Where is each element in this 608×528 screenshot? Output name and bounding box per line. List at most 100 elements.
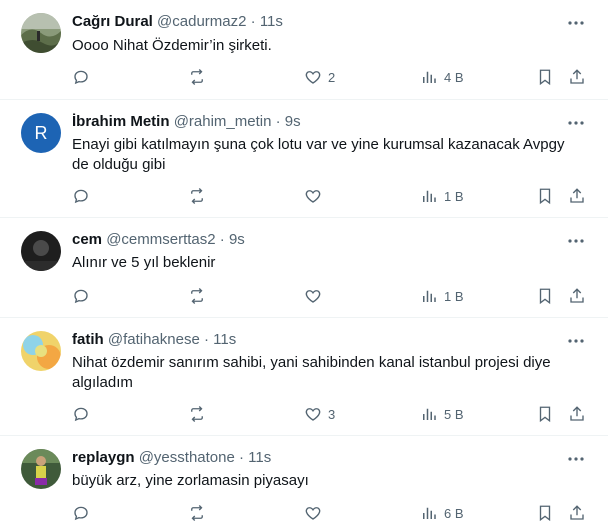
reply-button[interactable]: [72, 503, 90, 523]
avatar-letter: R: [34, 122, 48, 143]
user-handle[interactable]: @fatihaknese: [108, 331, 200, 348]
retweet-button[interactable]: [188, 286, 206, 306]
more-options-icon[interactable]: [566, 113, 586, 133]
more-options-icon[interactable]: [566, 331, 586, 351]
heart-icon: [305, 290, 321, 303]
reply-button[interactable]: [72, 67, 90, 87]
tweet-text: büyük arz, yine zorlamasin piyasayı: [72, 472, 309, 489]
analytics-icon: [423, 190, 436, 202]
retweet-icon: [191, 288, 203, 304]
like-button[interactable]: [304, 286, 322, 306]
bookmark-button[interactable]: [536, 186, 554, 206]
share-button[interactable]: [568, 186, 586, 206]
more-options-icon[interactable]: [566, 449, 586, 469]
reply-button[interactable]: [72, 286, 90, 306]
tweet-header: replaygn @yessthatone · 11s: [72, 448, 271, 468]
user-avatar[interactable]: [21, 13, 61, 53]
like-count: 2: [328, 69, 336, 85]
user-handle[interactable]: @yessthatone: [139, 449, 235, 466]
like-button[interactable]: [304, 186, 322, 206]
views-button[interactable]: 1 B: [420, 286, 464, 306]
tweet-timestamp[interactable]: 11s: [260, 13, 283, 30]
tweet-timestamp[interactable]: 11s: [248, 449, 271, 466]
reply-icon: [74, 289, 88, 304]
retweet-icon: [191, 406, 203, 422]
retweet-icon: [191, 505, 203, 521]
heart-icon: [305, 408, 321, 421]
retweet-icon: [191, 188, 203, 204]
tweet-timestamp[interactable]: 9s: [229, 231, 245, 248]
user-handle[interactable]: @rahim_metin: [174, 113, 272, 130]
retweet-icon: [191, 69, 203, 85]
display-name[interactable]: İbrahim Metin: [72, 113, 170, 130]
like-button[interactable]: [304, 503, 322, 523]
share-button[interactable]: [568, 67, 586, 87]
retweet-button[interactable]: [188, 503, 206, 523]
view-count: 1 B: [444, 288, 464, 304]
tweet-timestamp[interactable]: 9s: [285, 113, 301, 130]
views-button[interactable]: 4 B: [420, 67, 464, 87]
bookmark-button[interactable]: [536, 67, 554, 87]
separator-dot: ·: [239, 449, 244, 466]
tweet-text: Nihat özdemir sanırım sahibi, yani sahib…: [72, 354, 551, 391]
share-icon: [570, 188, 584, 203]
display-name[interactable]: replaygn: [72, 449, 135, 466]
tweet-text: Enayi gibi katılmayın şuna çok lotu var …: [72, 136, 565, 173]
bookmark-icon: [539, 505, 551, 522]
reply-button[interactable]: [72, 404, 90, 424]
reply-icon: [74, 506, 88, 521]
user-avatar[interactable]: [21, 449, 61, 489]
share-icon: [570, 406, 584, 421]
user-handle[interactable]: @cadurmaz2: [157, 13, 246, 30]
share-icon: [570, 69, 584, 84]
tweet[interactable]: R İbrahim Metin @rahim_metin · 9s Enayi …: [0, 100, 608, 218]
share-button[interactable]: [568, 286, 586, 306]
reply-button[interactable]: [72, 186, 90, 206]
view-count: 5 B: [444, 406, 464, 422]
display-name[interactable]: fatih: [72, 331, 104, 348]
user-avatar[interactable]: R: [21, 113, 61, 153]
tweet[interactable]: replaygn @yessthatone · 11s büyük arz, y…: [0, 436, 608, 528]
reply-icon: [74, 70, 88, 85]
tweet-timestamp[interactable]: 11s: [213, 331, 236, 348]
more-options-icon[interactable]: [566, 13, 586, 33]
user-handle[interactable]: @cemmserttas2: [106, 231, 215, 248]
tweet[interactable]: cem @cemmserttas2 · 9s Alınır ve 5 yıl b…: [0, 218, 608, 318]
retweet-button[interactable]: [188, 404, 206, 424]
bookmark-button[interactable]: [536, 404, 554, 424]
like-button[interactable]: 3: [304, 404, 335, 424]
heart-icon: [305, 507, 321, 520]
bookmark-icon: [539, 69, 551, 86]
user-avatar[interactable]: [21, 231, 61, 271]
tweet[interactable]: fatih @fatihaknese · 11s Nihat özdemir s…: [0, 318, 608, 436]
bookmark-button[interactable]: [536, 286, 554, 306]
more-options-icon[interactable]: [566, 231, 586, 251]
views-button[interactable]: 1 B: [420, 186, 464, 206]
analytics-icon: [423, 290, 436, 302]
separator-dot: ·: [203, 331, 209, 348]
view-count: 6 B: [444, 505, 464, 521]
share-icon: [570, 505, 584, 520]
views-button[interactable]: 6 B: [420, 503, 464, 523]
separator-dot: ·: [219, 231, 225, 248]
reply-icon: [74, 189, 88, 204]
like-button[interactable]: 2: [304, 67, 335, 87]
bookmark-button[interactable]: [536, 503, 554, 523]
share-button[interactable]: [568, 503, 586, 523]
separator-dot: ·: [275, 113, 281, 130]
tweet-text: Oooo Nihat Özdemir’in şirketi.: [72, 37, 272, 54]
display-name[interactable]: cem: [72, 231, 102, 248]
user-avatar[interactable]: [21, 331, 61, 371]
retweet-button[interactable]: [188, 186, 206, 206]
tweet-header: Cağrı Dural @cadurmaz2 · 11s: [72, 12, 283, 32]
share-button[interactable]: [568, 404, 586, 424]
bookmark-icon: [539, 188, 551, 205]
tweet[interactable]: Cağrı Dural @cadurmaz2 · 11s Oooo Nihat …: [0, 0, 608, 100]
display-name[interactable]: Cağrı Dural: [72, 13, 153, 30]
reply-icon: [74, 407, 88, 422]
retweet-button[interactable]: [188, 67, 206, 87]
like-count: 3: [328, 406, 336, 422]
separator-dot: ·: [250, 13, 256, 30]
views-button[interactable]: 5 B: [420, 404, 464, 424]
tweet-text: Alınır ve 5 yıl beklenir: [72, 254, 216, 271]
